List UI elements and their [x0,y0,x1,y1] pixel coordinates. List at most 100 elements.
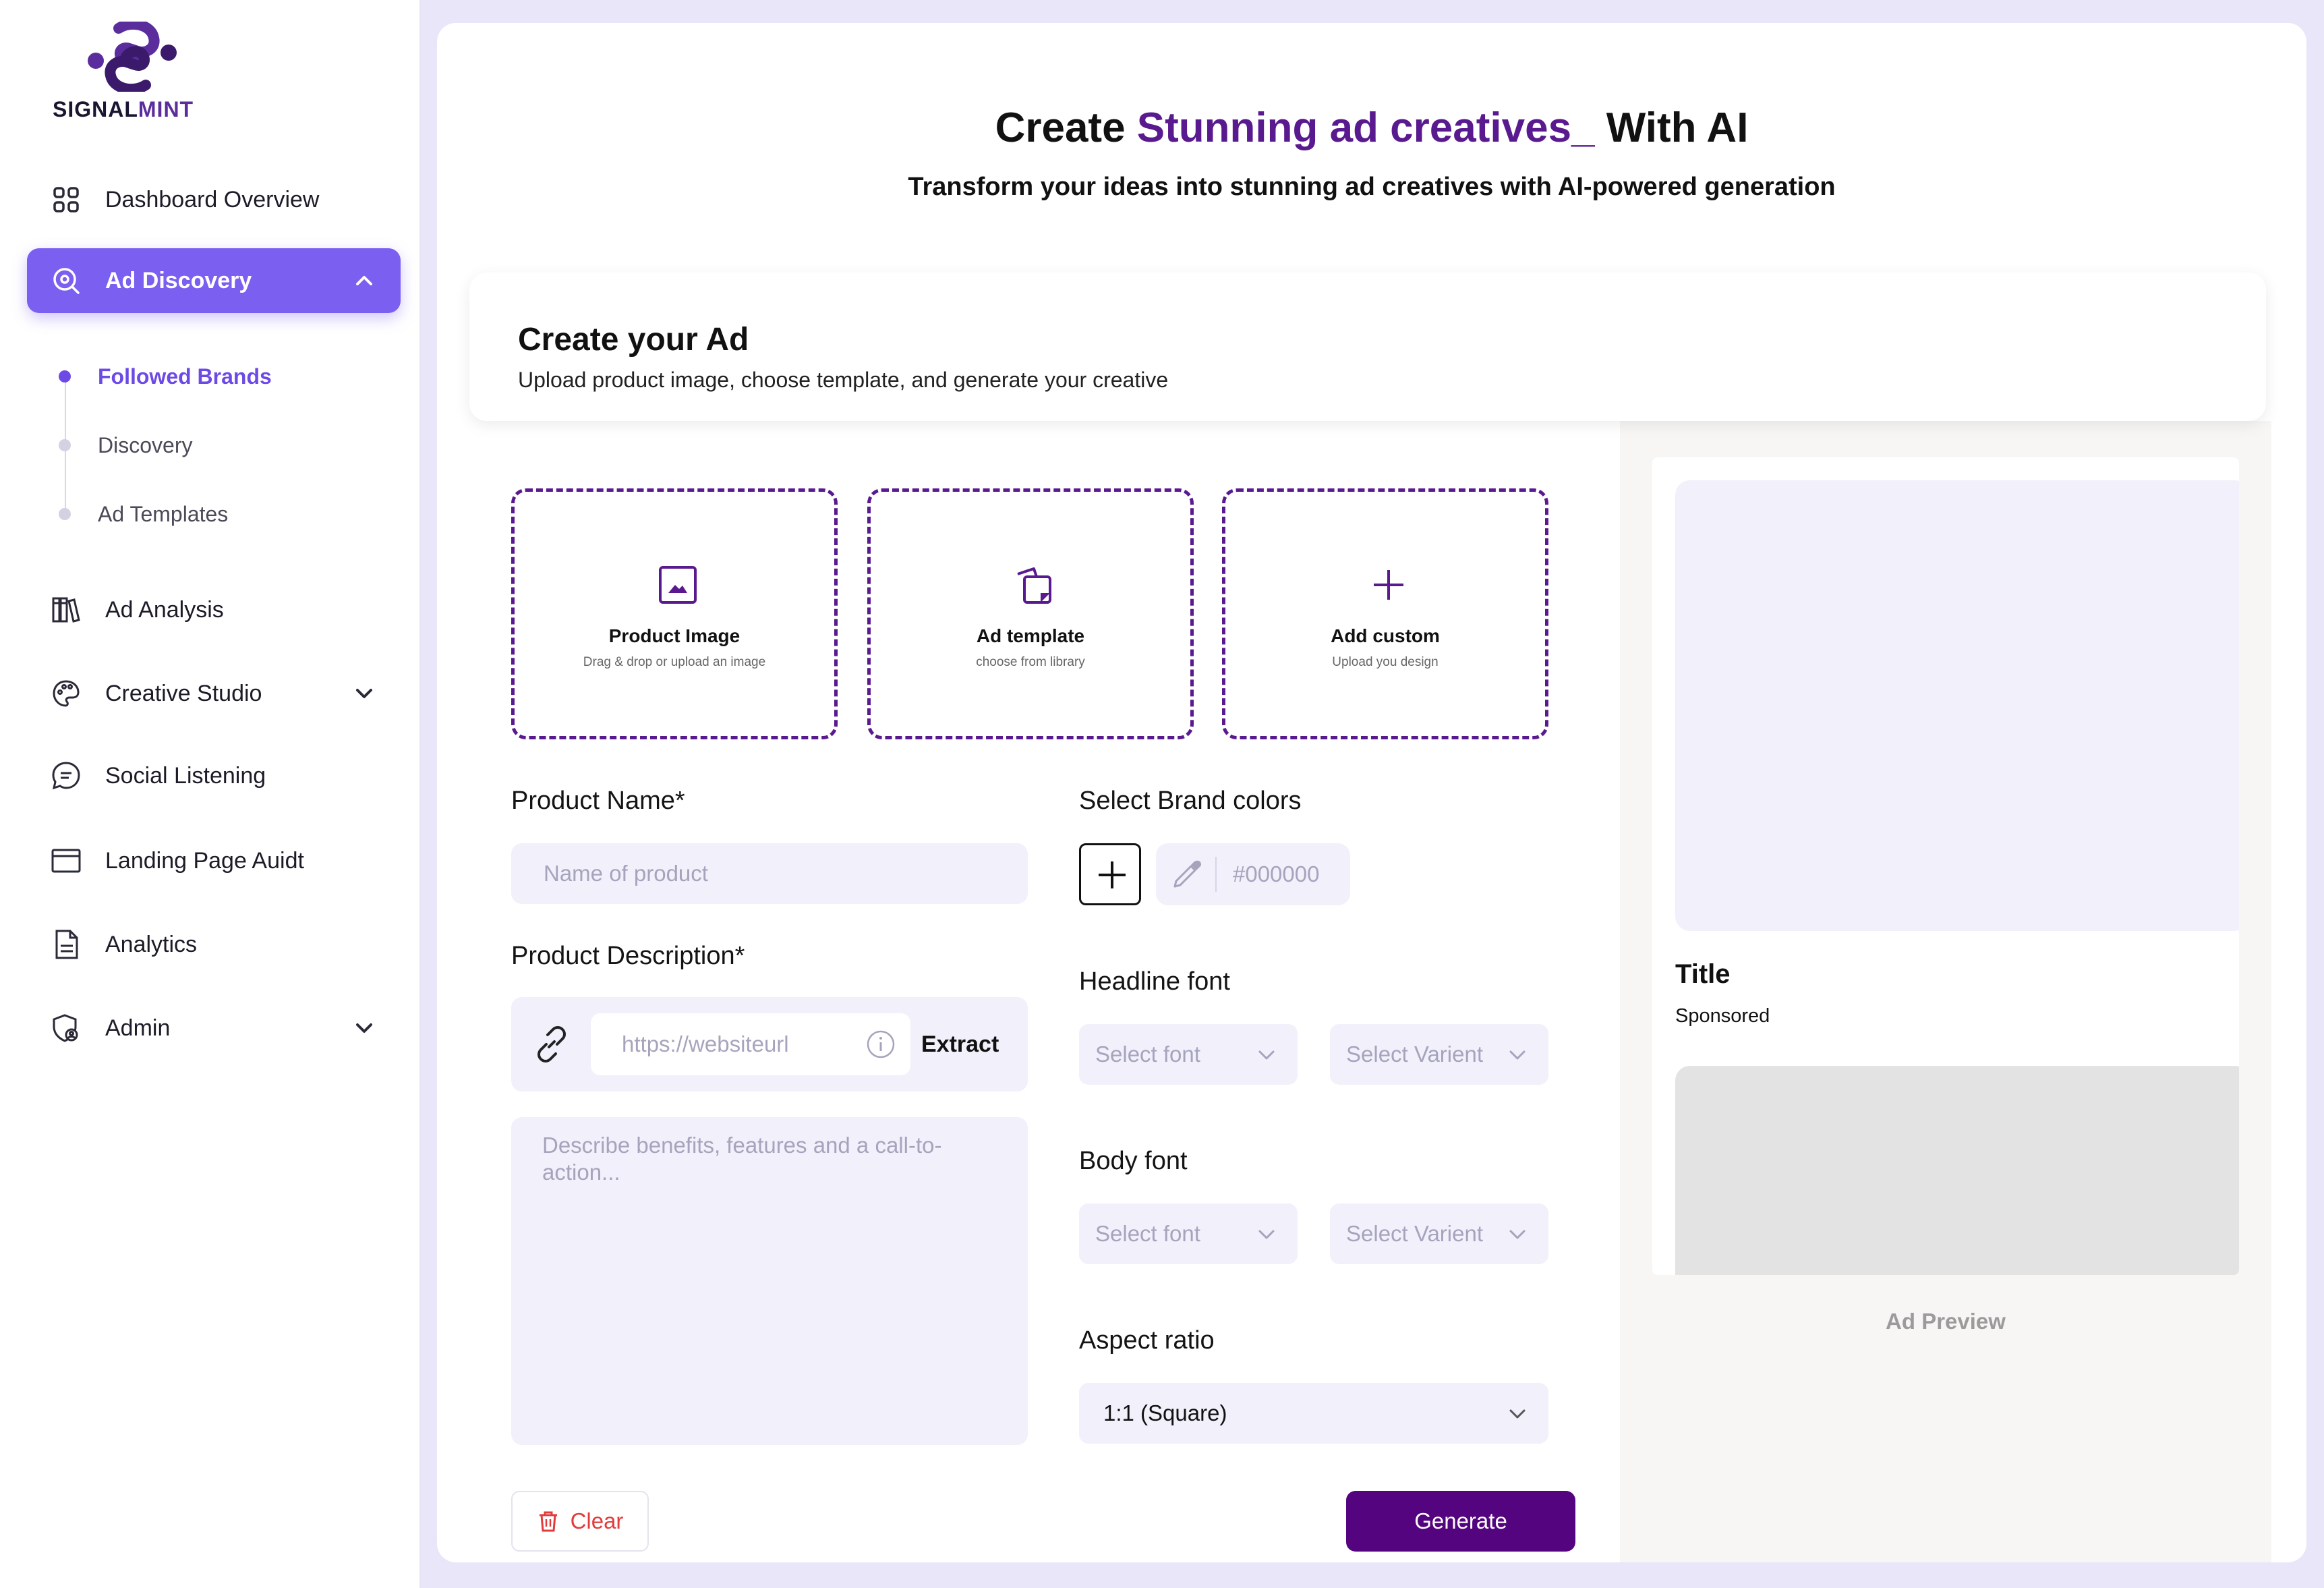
chevron-down-icon [1258,1230,1275,1239]
image-icon [659,566,697,604]
bullet-dot [59,370,71,382]
chevron-down-icon [1509,1409,1526,1419]
subitem-label: Followed Brands [98,364,272,389]
product-name-label: Product Name* [511,787,685,815]
color-hex-input[interactable]: #000000 [1156,843,1350,905]
subitem-label: Discovery [98,432,193,457]
sidebar-item-ad-discovery[interactable]: Ad Discovery [27,248,401,313]
chevron-down-icon [1509,1050,1526,1060]
create-ad-title: Create your Ad [518,322,749,358]
plus-icon [1374,570,1403,600]
preview-media-placeholder [1675,1066,2239,1275]
info-icon[interactable] [866,1029,896,1059]
trash-icon [539,1511,557,1532]
chevron-down-icon [1258,1050,1275,1060]
create-ad-form: Product Image Drag & drop or upload an i… [469,421,2271,1562]
product-description-label: Product Description* [511,942,745,970]
headline-font-label: Headline font [1079,967,1230,996]
ad-preview-label: Ad Preview [1886,1309,2006,1334]
product-image-upload[interactable]: Product Image Drag & drop or upload an i… [511,488,838,739]
sidebar-item-label: Analytics [105,931,198,957]
select-value: Select font [1095,1221,1200,1246]
hex-placeholder: #000000 [1233,861,1320,886]
chevron-down-icon[interactable] [352,1016,376,1040]
subitem-discovery[interactable]: Discovery [54,425,192,465]
sidebar-item-landing-page-audit[interactable]: Landing Page Auidt [27,828,401,893]
body-font-select[interactable]: Select font [1079,1203,1298,1264]
divider [1215,857,1217,892]
upload-hint: Drag & drop or upload an image [583,655,766,669]
headline-variant-select[interactable]: Select Varient [1330,1024,1548,1085]
preview-title: Title [1675,959,1731,989]
upload-hint: Upload you design [1332,655,1439,669]
signalmint-logo[interactable]: SIGNALMINT [53,22,214,123]
sidebar-item-label: Social Listening [105,762,266,789]
eyedropper-icon[interactable] [1171,858,1203,890]
bullet-dot [59,439,71,451]
subitem-label: Ad Templates [98,501,229,526]
body-font-label: Body font [1079,1147,1188,1175]
generate-button[interactable]: Generate [1346,1491,1575,1552]
sidebar-item-dashboard-overview[interactable]: Dashboard Overview [27,167,401,232]
brand-colors-label: Select Brand colors [1079,787,1302,815]
sidebar-item-ad-analysis[interactable]: Ad Analysis [27,577,401,642]
url-placeholder: https://websiteurl [622,1031,789,1056]
sidebar-item-admin[interactable]: Admin [27,996,401,1060]
sidebar-item-label: Dashboard Overview [105,186,320,212]
subitem-followed-brands[interactable]: Followed Brands [54,356,272,397]
add-color-button[interactable] [1079,843,1141,905]
website-url-input[interactable]: https://websiteurl [591,1013,910,1075]
plus-icon [1099,861,1126,888]
books-icon [51,595,81,625]
select-value: 1:1 (Square) [1103,1400,1227,1425]
sidebar-item-label: Landing Page Auidt [105,847,304,874]
sidebar-item-label: Admin [105,1015,171,1041]
select-value: Select font [1095,1042,1200,1067]
document-icon [51,930,81,959]
add-custom-upload[interactable]: Add custom Upload you design [1222,488,1548,739]
shield-icon [51,1013,81,1043]
preview-image-placeholder [1675,480,2239,931]
palette-icon [51,679,81,708]
chat-icon [51,761,81,791]
browser-icon [51,846,81,876]
extract-button[interactable]: Extract [921,997,999,1091]
page-title: Create Stunning ad creatives_ With AI [995,105,1749,151]
product-description-textarea[interactable]: Describe benefits, features and a call-t… [511,1117,1028,1445]
headline-font-select[interactable]: Select font [1079,1024,1298,1085]
ad-preview-card: Title Sponsored [1652,457,2239,1275]
logo-text: SIGNALMINT [53,97,194,121]
search-discovery-icon [51,266,81,295]
aspect-ratio-label: Aspect ratio [1079,1326,1215,1355]
upload-hint: choose from library [976,655,1085,669]
template-icon [1017,567,1051,604]
aspect-ratio-select[interactable]: 1:1 (Square) [1079,1383,1548,1444]
chevron-down-icon[interactable] [352,681,376,706]
body-variant-select[interactable]: Select Varient [1330,1203,1548,1264]
chevron-up-icon[interactable] [352,268,376,293]
upload-label: Ad template [976,625,1085,646]
create-ad-subtitle: Upload product image, choose template, a… [518,368,1169,392]
link-icon [538,1026,566,1062]
select-value: Select Varient [1346,1042,1483,1067]
grid-icon [51,185,81,215]
url-extract-bar: https://websiteurl Extract [511,997,1028,1091]
main-panel: Create Stunning ad creatives_ With AI Tr… [437,23,2306,1562]
subitem-ad-templates[interactable]: Ad Templates [54,494,228,534]
upload-label: Add custom [1331,625,1440,646]
sidebar-item-creative-studio[interactable]: Creative Studio [27,661,401,726]
sidebar-item-social-listening[interactable]: Social Listening [27,743,401,808]
sidebar-item-analytics[interactable]: Analytics [27,912,401,977]
clear-button[interactable]: Clear [511,1491,649,1552]
upload-label: Product Image [608,625,740,646]
ad-preview-panel: Title Sponsored Ad Preview [1620,421,2271,1562]
select-value: Select Varient [1346,1221,1483,1246]
create-ad-header: Create your Ad Upload product image, cho… [469,273,2266,421]
bullet-dot [59,508,71,520]
product-name-input[interactable]: Name of product [511,843,1028,904]
sidebar-item-label: Ad Analysis [105,596,224,623]
page-subtitle: Transform your ideas into stunning ad cr… [908,173,1836,201]
ad-template-picker[interactable]: Ad template choose from library [867,488,1194,739]
sidebar-item-label: Ad Discovery [105,267,252,293]
preview-sponsored: Sponsored [1675,1005,1770,1027]
